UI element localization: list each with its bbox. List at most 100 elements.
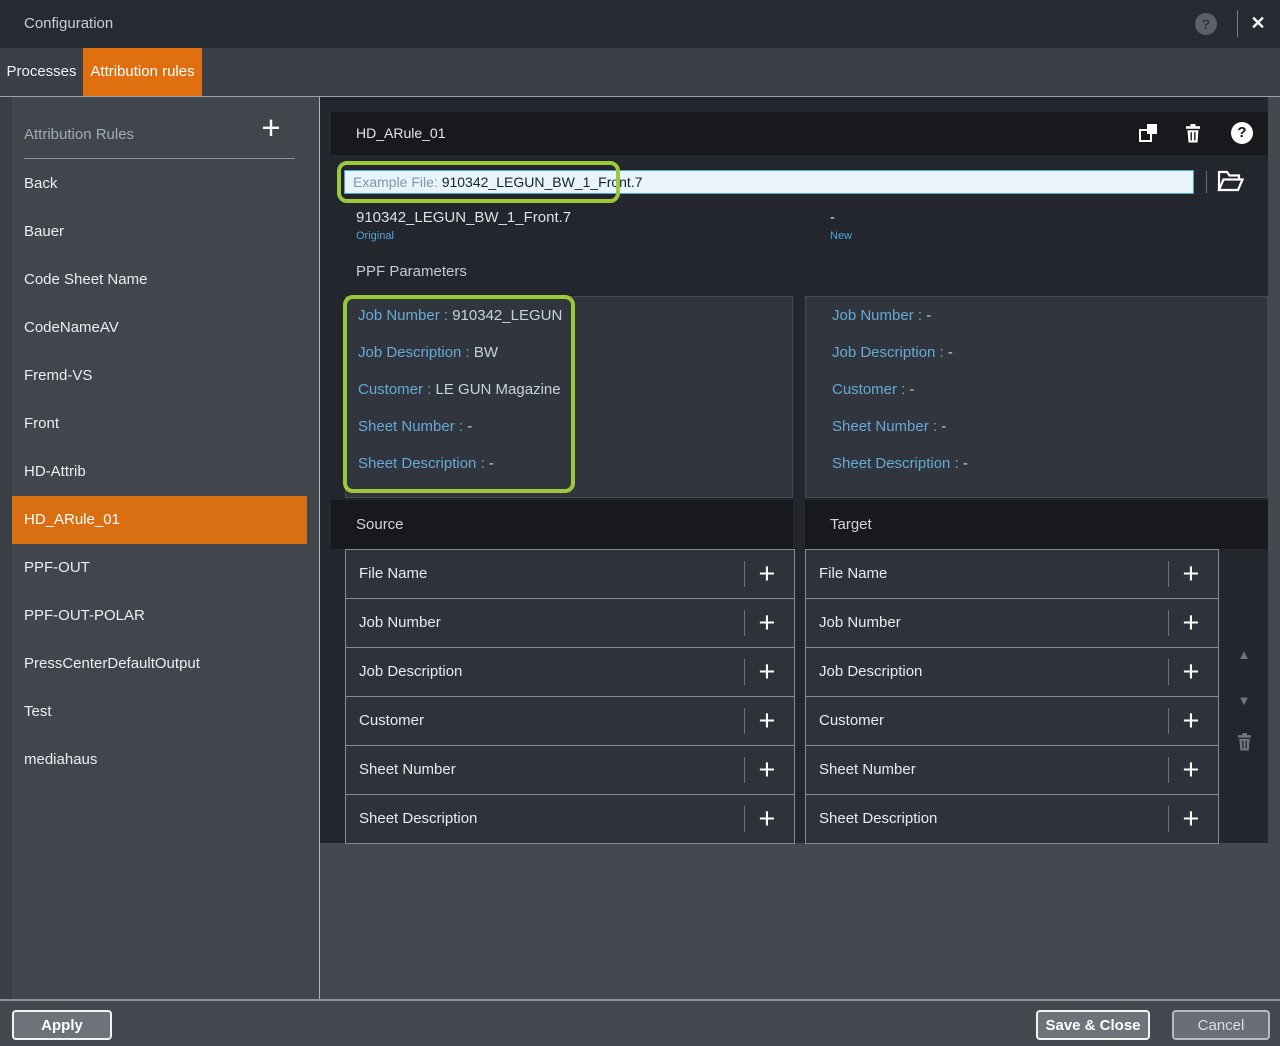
close-icon[interactable]: ✕ xyxy=(1246,11,1270,35)
ppf-parameter-sheet-number: Sheet Number : - xyxy=(806,408,1267,445)
ppf-parameter-customer: Customer : - xyxy=(806,371,1267,408)
mapping-row-label: Sheet Description xyxy=(819,795,937,843)
ppf-parameter-sheet-description: Sheet Description : - xyxy=(346,445,792,482)
sidebar-item-ppf-out-polar[interactable]: PPF-OUT-POLAR xyxy=(12,592,307,640)
tab-attribution-rules[interactable]: Attribution rules xyxy=(83,48,202,96)
add-source-customer-button[interactable]: + xyxy=(750,701,784,741)
rule-header-bar: HD_ARule_01 ? xyxy=(331,112,1268,155)
dialog-title-bar: Configuration ? ✕ xyxy=(0,0,1280,48)
ppf-parameter-customer: Customer : LE GUN Magazine xyxy=(346,371,792,408)
mapping-row-label: Job Number xyxy=(359,599,441,647)
ppf-parameter-label: Sheet Number xyxy=(358,418,455,435)
cancel-button[interactable]: Cancel xyxy=(1172,1010,1270,1040)
add-source-job-number-button[interactable]: + xyxy=(750,603,784,643)
target-row-job-description: Job Description+ xyxy=(806,648,1218,697)
new-file-block: - New xyxy=(830,209,852,242)
ppf-parameter-separator: : xyxy=(476,455,489,472)
source-rows: File Name+Job Number+Job Description+Cus… xyxy=(345,549,795,844)
row-divider xyxy=(744,659,745,685)
add-target-sheet-description-button[interactable]: + xyxy=(1174,799,1208,839)
target-rows: File Name+Job Number+Job Description+Cus… xyxy=(805,549,1219,844)
ppf-parameter-separator: : xyxy=(455,418,468,435)
sidebar-item-codenameav[interactable]: CodeNameAV xyxy=(12,304,307,352)
save-close-button[interactable]: Save & Close xyxy=(1036,1010,1150,1040)
ppf-parameter-label: Sheet Description xyxy=(358,455,476,472)
source-row-job-number: Job Number + xyxy=(346,599,794,648)
add-source-file-name-button[interactable]: + xyxy=(750,554,784,594)
target-row-sheet-number: Sheet Number + xyxy=(806,746,1218,795)
ppf-parameter-value: - xyxy=(941,418,946,435)
ppf-parameter-sheet-description: Sheet Description : - xyxy=(806,445,1267,482)
target-row-customer: Customer+ xyxy=(806,697,1218,746)
add-target-customer-button[interactable]: + xyxy=(1174,701,1208,741)
ppf-parameter-label: Job Number xyxy=(832,307,914,324)
source-row-customer: Customer+ xyxy=(346,697,794,746)
mapping-row-label: File Name xyxy=(359,550,427,598)
rule-editor: HD_ARule_01 ? Example File: 910342_LEGUN… xyxy=(320,97,1268,843)
sidebar-item-hd-attrib[interactable]: HD-Attrib xyxy=(12,448,307,496)
original-file-block: 910342_LEGUN_BW_1_Front.7 Original xyxy=(356,209,571,242)
ppf-target-panel: Job Number : -Job Description : -Custome… xyxy=(805,296,1268,498)
target-header-bar: Target xyxy=(805,500,1268,549)
row-divider xyxy=(744,610,745,636)
ppf-parameter-value: BW xyxy=(474,344,498,361)
tab-bar: Processes Attribution rules xyxy=(0,48,1280,97)
original-file-value: 910342_LEGUN_BW_1_Front.7 xyxy=(356,209,571,226)
sidebar-item-front[interactable]: Front xyxy=(12,400,307,448)
mapping-row-label: Job Number xyxy=(819,599,901,647)
ppf-parameter-value: - xyxy=(467,418,472,435)
add-source-sheet-description-button[interactable]: + xyxy=(750,799,784,839)
apply-button[interactable]: Apply xyxy=(12,1010,112,1040)
ppf-parameter-sheet-number: Sheet Number : - xyxy=(346,408,792,445)
sidebar-item-ppf-out[interactable]: PPF-OUT xyxy=(12,544,307,592)
rule-name: HD_ARule_01 xyxy=(356,112,446,155)
sidebar-item-bauer[interactable]: Bauer xyxy=(12,208,307,256)
add-target-job-description-button[interactable]: + xyxy=(1174,652,1208,692)
move-up-button[interactable]: ▲ xyxy=(1232,643,1256,667)
move-down-button[interactable]: ▼ xyxy=(1232,689,1256,713)
ppf-parameter-label: Job Number xyxy=(358,307,440,324)
row-divider xyxy=(1168,806,1169,832)
ppf-parameter-value: - xyxy=(948,344,953,361)
source-row-sheet-number: Sheet Number+ xyxy=(346,746,794,795)
ppf-parameter-separator: : xyxy=(461,344,474,361)
source-row-job-description: Job Description+ xyxy=(346,648,794,697)
folder-open-icon xyxy=(1217,170,1244,192)
sidebar-item-fremd-vs[interactable]: Fremd-VS xyxy=(12,352,307,400)
add-source-job-description-button[interactable]: + xyxy=(750,652,784,692)
help-icon[interactable]: ? xyxy=(1195,13,1217,35)
example-file-input[interactable]: Example File: 910342_LEGUN_BW_1_Front.7 xyxy=(344,170,1194,194)
row-divider xyxy=(744,708,745,734)
row-divider xyxy=(744,806,745,832)
target-row-job-number: Job Number + xyxy=(806,599,1218,648)
sidebar-item-hd-arule-01[interactable]: HD_ARule_01 xyxy=(12,496,307,544)
ppf-parameter-separator: : xyxy=(929,418,942,435)
delete-rule-icon[interactable] xyxy=(1185,124,1201,143)
row-divider xyxy=(1168,757,1169,783)
sidebar-item-presscenterdefaultoutput[interactable]: PressCenterDefaultOutput xyxy=(12,640,307,688)
duplicate-rule-icon[interactable] xyxy=(1139,124,1157,142)
sidebar-item-test[interactable]: Test xyxy=(12,688,307,736)
add-rule-button[interactable]: + xyxy=(256,111,286,145)
ppf-parameter-value: - xyxy=(926,307,931,324)
sidebar-item-back[interactable]: Back xyxy=(12,160,307,208)
footer-bar: Apply Save & Close Cancel xyxy=(0,999,1280,1046)
trash-icon xyxy=(1237,733,1252,751)
add-target-job-number-button[interactable]: + xyxy=(1174,603,1208,643)
mapping-row-label: Sheet Number xyxy=(819,746,916,794)
add-target-file-name-button[interactable]: + xyxy=(1174,554,1208,594)
example-file-value: 910342_LEGUN_BW_1_Front.7 xyxy=(442,174,643,190)
browse-file-button[interactable] xyxy=(1216,170,1244,193)
sidebar-item-mediahaus[interactable]: mediahaus xyxy=(12,736,307,784)
sidebar-item-code-sheet-name[interactable]: Code Sheet Name xyxy=(12,256,307,304)
add-source-sheet-number-button[interactable]: + xyxy=(750,750,784,790)
rule-list: BackBauerCode Sheet NameCodeNameAVFremd-… xyxy=(0,160,319,784)
new-file-label: New xyxy=(830,230,852,242)
rule-help-icon[interactable]: ? xyxy=(1231,122,1253,144)
row-divider xyxy=(744,757,745,783)
tab-processes[interactable]: Processes xyxy=(0,48,83,96)
target-header: Target xyxy=(805,500,1268,549)
add-target-sheet-number-button[interactable]: + xyxy=(1174,750,1208,790)
delete-mapping-button[interactable] xyxy=(1232,733,1256,757)
source-row-file-name: File Name + xyxy=(346,550,794,599)
